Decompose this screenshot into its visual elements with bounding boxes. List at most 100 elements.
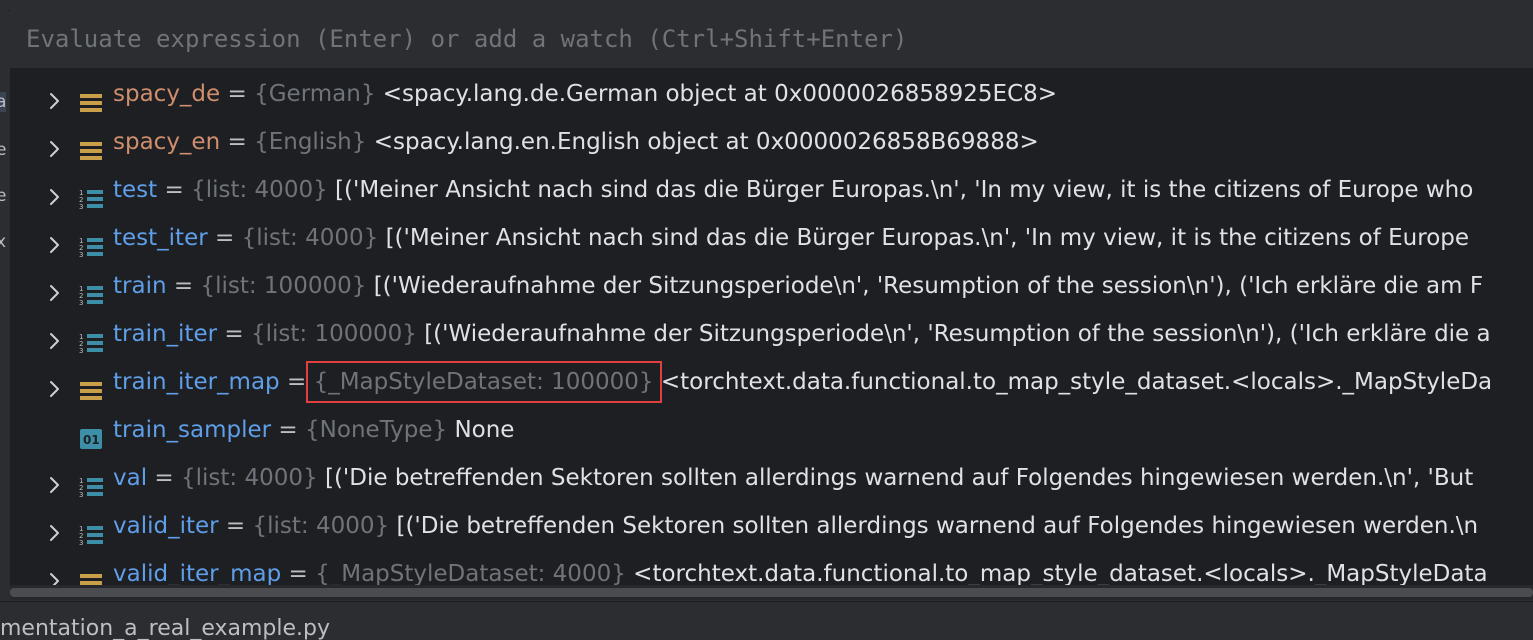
variable-type-highlighted: {_MapStyleDataset: 100000}: [305, 361, 662, 403]
chevron-right-icon[interactable]: [42, 178, 66, 205]
variable-value: [('Die betreffenden Sektoren sollten all…: [396, 513, 1479, 539]
variable-text: train_iter = {list: 100000} [('Wiederauf…: [113, 310, 1491, 358]
list-icon: 123: [79, 275, 103, 307]
variable-name: test_iter: [113, 225, 208, 251]
variable-type: {list: 4000}: [181, 465, 318, 491]
variable-type: {_MapStyleDataset: 4000}: [315, 561, 626, 587]
variable-type: {German}: [254, 81, 376, 107]
list-icon: 123: [79, 323, 103, 355]
variable-row[interactable]: 1 2 3 valid_iter = {list: 4000} [('Die betr…: [10, 502, 1533, 550]
variable-name: train_iter: [113, 321, 218, 347]
list-icon: 123: [79, 515, 103, 547]
chevron-right-icon[interactable]: [42, 226, 66, 253]
variable-value: <torchtext.data.functional.to_map_style_…: [633, 561, 1488, 587]
variable-type: {list: 4000}: [252, 513, 390, 539]
object-icon: [79, 131, 103, 160]
variable-text: train_iter_map = {_MapStyleDataset: 1000…: [113, 358, 1492, 406]
equals-sign: =: [279, 369, 314, 395]
variable-type: {list: 4000}: [191, 177, 328, 203]
variable-row[interactable]: 1 2 3 val = {list: 4000} [('Die betreffende…: [10, 454, 1533, 502]
equals-sign: =: [281, 561, 316, 587]
svg-text:01: 01: [83, 433, 100, 447]
svg-text:3: 3: [79, 539, 83, 546]
list-icon: 123: [79, 227, 103, 259]
variable-name: spacy_en: [113, 129, 221, 155]
gutter-fragment: a: [0, 92, 7, 112]
chevron-right-icon[interactable]: [42, 274, 66, 301]
equals-sign: =: [271, 417, 306, 443]
primitive-icon: 01: [79, 419, 103, 449]
variable-text: test_iter = {list: 4000} [('Meiner Ansic…: [113, 214, 1469, 262]
equals-sign: =: [157, 177, 192, 203]
variable-text: test = {list: 4000} [('Meiner Ansicht na…: [113, 166, 1473, 214]
chevron-right-icon[interactable]: [42, 322, 66, 349]
svg-text:3: 3: [79, 251, 83, 258]
object-icon: [79, 563, 103, 592]
variable-text: valid_iter = {list: 4000} [('Die betreff…: [113, 502, 1478, 550]
variable-value: <torchtext.data.functional.to_map_style_…: [660, 369, 1493, 395]
chevron-right-icon[interactable]: [42, 130, 66, 157]
equals-sign: =: [220, 129, 255, 155]
variable-type: {list: 100000}: [200, 273, 367, 299]
equals-sign: =: [217, 321, 251, 347]
variable-value: None: [454, 417, 515, 443]
svg-text:3: 3: [79, 299, 83, 306]
chevron-right-icon[interactable]: [42, 370, 66, 397]
chevron-right-icon[interactable]: [42, 562, 66, 589]
variable-name: valid_iter: [113, 513, 219, 539]
svg-text:3: 3: [79, 203, 83, 210]
equals-sign: =: [207, 225, 242, 251]
variable-type: {list: 100000}: [250, 321, 417, 347]
list-icon: 123: [79, 179, 103, 211]
equals-sign: =: [166, 273, 201, 299]
variable-text: train_sampler = {NoneType} None: [113, 406, 514, 454]
variable-row[interactable]: 1 2 3 test = {list: 4000} [('Meiner Ansicht…: [10, 166, 1533, 214]
variable-type: {English}: [254, 129, 367, 155]
evaluate-expression-input[interactable]: [10, 10, 1533, 68]
gutter-fragment: x: [0, 232, 7, 252]
variable-row[interactable]: train_iter_map = {_MapStyleDataset: 1000…: [10, 358, 1533, 406]
equals-sign: =: [147, 465, 182, 491]
variable-row[interactable]: spacy_en = {English} <spacy.lang.en.Engl…: [10, 118, 1533, 166]
variable-row[interactable]: 01 train_sampler = {NoneType} None: [10, 406, 1533, 454]
variable-value: [('Wiederaufnahme der Sitzungsperiode\n'…: [373, 273, 1484, 299]
variable-text: val = {list: 4000} [('Die betreffenden S…: [113, 454, 1473, 502]
gutter-fragment: e: [0, 186, 7, 206]
svg-text:3: 3: [79, 491, 83, 498]
left-gutter: a e e x: [0, 10, 8, 600]
variable-row[interactable]: spacy_de = {German} <spacy.lang.de.Germa…: [10, 70, 1533, 118]
list-icon: 123: [79, 467, 103, 499]
chevron-right-icon[interactable]: [42, 514, 66, 541]
variable-value: [('Meiner Ansicht nach sind das die Bürg…: [385, 225, 1470, 251]
variable-text: spacy_de = {German} <spacy.lang.de.Germa…: [113, 70, 1057, 118]
horizontal-scrollbar[interactable]: [10, 585, 1533, 600]
variable-name: valid_iter_map: [113, 561, 282, 587]
editor-tab-bar: mentation_a_real_example.py: [0, 601, 1533, 640]
variable-row[interactable]: 1 2 3 train = {list: 100000} [('Wiederaufna…: [10, 262, 1533, 310]
equals-sign: =: [218, 513, 253, 539]
variable-name: train_sampler: [113, 417, 272, 443]
variable-text: spacy_en = {English} <spacy.lang.en.Engl…: [113, 118, 1039, 166]
variable-value: [('Wiederaufnahme der Sitzungsperiode\n'…: [424, 321, 1491, 347]
variables-panel: spacy_de = {German} <spacy.lang.de.Germa…: [10, 10, 1533, 600]
variable-value: [('Die betreffenden Sektoren sollten all…: [324, 465, 1474, 491]
variable-name: train: [113, 273, 167, 299]
equals-sign: =: [220, 81, 255, 107]
object-icon: [79, 83, 103, 112]
variable-value: <spacy.lang.de.German object at 0x000002…: [382, 81, 1058, 107]
gutter-fragment: e: [0, 140, 7, 160]
variable-name: test: [113, 177, 158, 203]
scrollbar-thumb[interactable]: [10, 588, 1533, 597]
chevron-right-icon[interactable]: [42, 82, 66, 109]
file-tab-label[interactable]: mentation_a_real_example.py: [0, 616, 330, 640]
variable-name: spacy_de: [113, 81, 221, 107]
svg-text:3: 3: [79, 347, 83, 354]
variable-type: {list: 4000}: [241, 225, 379, 251]
variable-value: [('Meiner Ansicht nach sind das die Bürg…: [335, 177, 1474, 203]
variable-name: val: [113, 465, 148, 491]
variable-row[interactable]: 1 2 3 test_iter = {list: 4000} [('Meiner An…: [10, 214, 1533, 262]
variable-text: train = {list: 100000} [('Wiederaufnahme…: [113, 262, 1483, 310]
object-icon: [79, 371, 103, 400]
variable-row[interactable]: 1 2 3 train_iter = {list: 100000} [('Wieder…: [10, 310, 1533, 358]
chevron-right-icon[interactable]: [42, 466, 66, 493]
